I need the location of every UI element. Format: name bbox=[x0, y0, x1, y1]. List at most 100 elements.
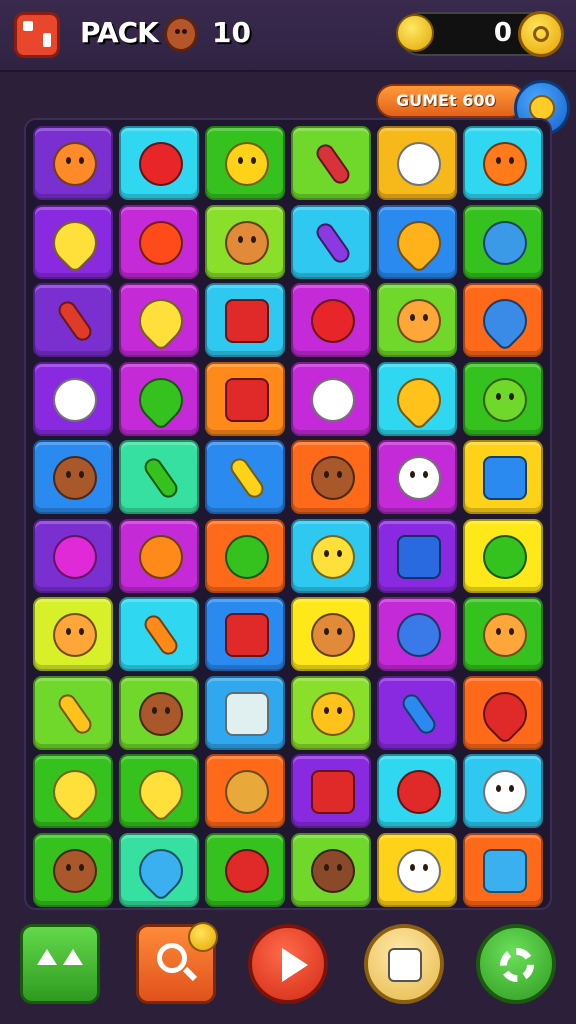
tile[interactable] bbox=[205, 204, 285, 279]
tile[interactable] bbox=[463, 204, 543, 279]
tile[interactable] bbox=[205, 440, 285, 514]
card-icon bbox=[225, 377, 269, 422]
tile[interactable] bbox=[463, 283, 543, 357]
tile[interactable] bbox=[463, 754, 543, 828]
tile[interactable] bbox=[205, 597, 285, 671]
tile[interactable] bbox=[119, 283, 199, 357]
apple-icon bbox=[139, 142, 183, 186]
glass-icon bbox=[225, 691, 269, 736]
tile[interactable] bbox=[33, 204, 113, 279]
tile[interactable] bbox=[119, 440, 199, 514]
tile[interactable] bbox=[205, 361, 285, 436]
tile[interactable] bbox=[33, 361, 113, 436]
music-note-icon bbox=[225, 848, 269, 893]
tile[interactable] bbox=[463, 361, 543, 436]
sign-icon bbox=[225, 613, 269, 657]
pack-number: 10 bbox=[212, 16, 251, 49]
tile[interactable] bbox=[377, 754, 457, 828]
planet-icon bbox=[397, 613, 441, 657]
tile[interactable] bbox=[205, 832, 285, 907]
pack-mascot-icon bbox=[164, 16, 198, 52]
tile[interactable] bbox=[463, 518, 543, 593]
bread-icon bbox=[225, 770, 269, 814]
tile[interactable] bbox=[291, 440, 371, 514]
bear-face-icon bbox=[311, 848, 355, 893]
tile[interactable] bbox=[291, 361, 371, 436]
tile[interactable] bbox=[291, 832, 371, 907]
game-board bbox=[24, 118, 552, 910]
tile[interactable] bbox=[119, 754, 199, 828]
tile[interactable] bbox=[33, 675, 113, 750]
smiley-face-icon bbox=[311, 534, 355, 579]
tile[interactable] bbox=[119, 675, 199, 750]
tile[interactable] bbox=[33, 126, 113, 200]
star-icon bbox=[139, 534, 183, 579]
tile[interactable] bbox=[377, 283, 457, 357]
hat-face-icon bbox=[225, 220, 269, 265]
tile[interactable] bbox=[377, 832, 457, 907]
tile[interactable] bbox=[463, 675, 543, 750]
tile[interactable] bbox=[291, 597, 371, 671]
bottle-icon bbox=[399, 690, 439, 737]
tile[interactable] bbox=[377, 675, 457, 750]
tile[interactable] bbox=[119, 204, 199, 279]
lemon-icon bbox=[43, 760, 107, 824]
tile[interactable] bbox=[33, 283, 113, 357]
tile[interactable] bbox=[33, 440, 113, 514]
tile[interactable] bbox=[291, 675, 371, 750]
tile[interactable] bbox=[291, 754, 371, 828]
smiley-face-icon bbox=[53, 613, 97, 657]
lemon-icon bbox=[129, 760, 193, 824]
tile[interactable] bbox=[205, 675, 285, 750]
tile[interactable] bbox=[205, 754, 285, 828]
tile[interactable] bbox=[205, 518, 285, 593]
ghost-face-icon bbox=[483, 770, 527, 814]
tile[interactable] bbox=[463, 597, 543, 671]
tile[interactable] bbox=[33, 518, 113, 593]
tile[interactable] bbox=[119, 518, 199, 593]
tile[interactable] bbox=[119, 832, 199, 907]
boost-button[interactable] bbox=[20, 924, 100, 1004]
tile[interactable] bbox=[463, 126, 543, 200]
tile[interactable] bbox=[119, 597, 199, 671]
dice-button[interactable] bbox=[364, 924, 444, 1004]
bottle-icon bbox=[313, 140, 353, 188]
tile[interactable] bbox=[377, 204, 457, 279]
tile[interactable] bbox=[33, 754, 113, 828]
tile[interactable] bbox=[377, 361, 457, 436]
sun-icon bbox=[139, 220, 183, 265]
tile[interactable] bbox=[33, 597, 113, 671]
game-button[interactable]: GUMEt 600 bbox=[376, 84, 526, 118]
tile[interactable] bbox=[377, 518, 457, 593]
coin-icon[interactable] bbox=[518, 11, 564, 57]
cat-face-icon bbox=[397, 456, 441, 500]
leaf-icon bbox=[129, 839, 193, 902]
tile[interactable] bbox=[291, 126, 371, 200]
tile[interactable] bbox=[205, 126, 285, 200]
tile[interactable] bbox=[33, 832, 113, 907]
play-button[interactable] bbox=[248, 924, 328, 1004]
bear-face-icon bbox=[311, 613, 355, 657]
cucumber-icon bbox=[141, 454, 181, 502]
tile[interactable] bbox=[119, 126, 199, 200]
heart-icon bbox=[53, 534, 97, 579]
top-bar: PACK 10 0 bbox=[0, 0, 576, 72]
tile[interactable] bbox=[463, 440, 543, 514]
orange-face-icon bbox=[311, 691, 355, 736]
bear-face-icon bbox=[53, 456, 97, 500]
tile[interactable] bbox=[377, 440, 457, 514]
tile[interactable] bbox=[119, 361, 199, 436]
tile[interactable] bbox=[205, 283, 285, 357]
tile[interactable] bbox=[291, 204, 371, 279]
tile[interactable] bbox=[291, 518, 371, 593]
tile[interactable] bbox=[377, 126, 457, 200]
battery-icon bbox=[55, 297, 95, 345]
bear-face-icon bbox=[139, 691, 183, 736]
settings-button[interactable] bbox=[476, 924, 556, 1004]
smiley-face-icon bbox=[225, 142, 269, 186]
tile[interactable] bbox=[463, 832, 543, 907]
tile[interactable] bbox=[377, 597, 457, 671]
tile[interactable] bbox=[291, 283, 371, 357]
bear-face-icon bbox=[53, 848, 97, 893]
dice-menu-icon[interactable] bbox=[14, 12, 60, 58]
